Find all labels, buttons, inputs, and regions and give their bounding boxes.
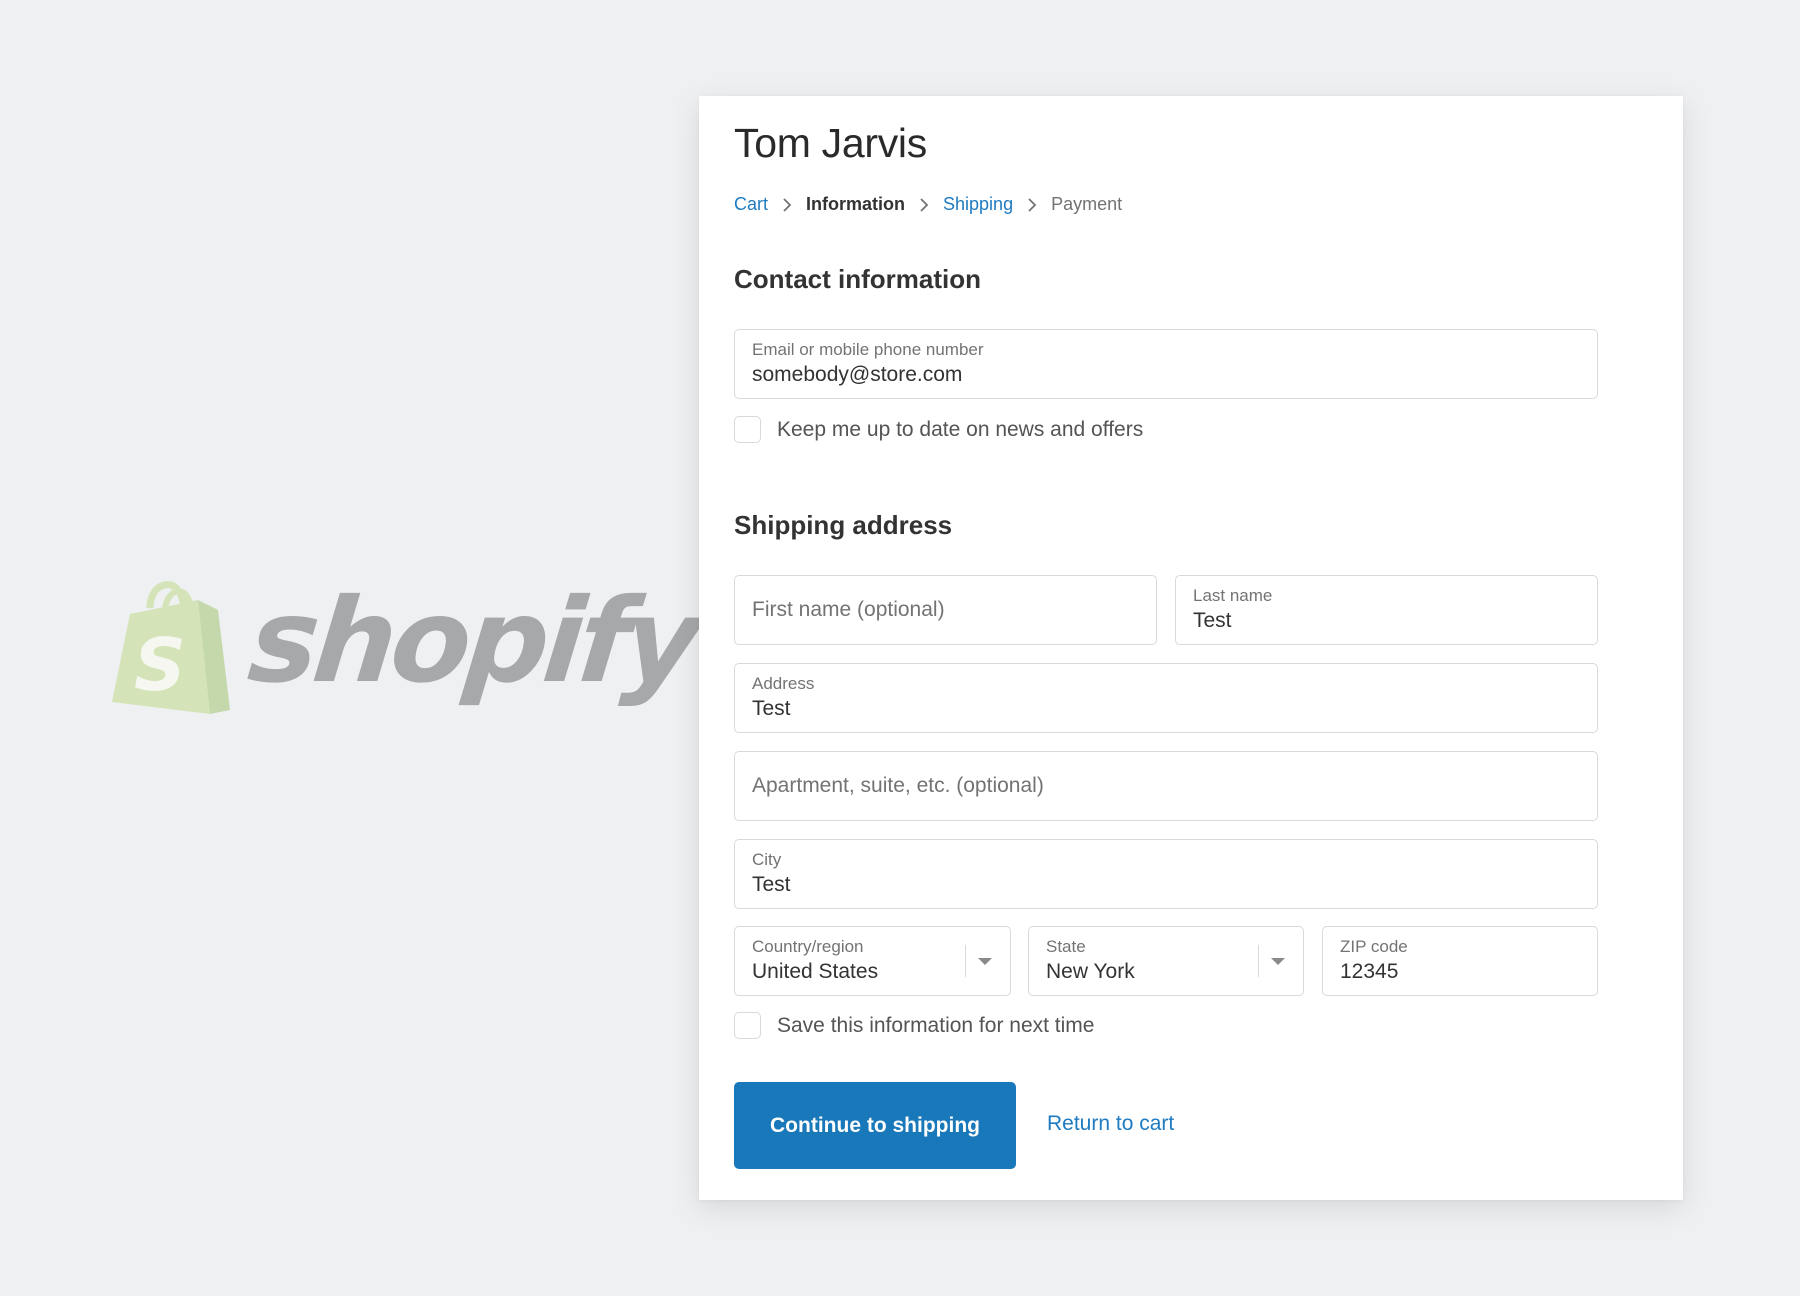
city-label: City	[752, 850, 782, 869]
newsletter-label: Keep me up to date on news and offers	[777, 417, 1144, 441]
country-select[interactable]: Country/region United States	[734, 926, 1011, 996]
save-info-checkbox[interactable]	[734, 1012, 761, 1039]
country-value: United States	[752, 960, 879, 983]
breadcrumb-cart[interactable]: Cart	[734, 194, 768, 215]
breadcrumb-shipping[interactable]: Shipping	[943, 194, 1013, 215]
state-label: State	[1046, 937, 1086, 956]
zip-label: ZIP code	[1340, 937, 1408, 956]
city-value: Test	[752, 873, 791, 896]
email-value: somebody@store.com	[752, 363, 963, 386]
caret-down-icon	[978, 958, 992, 965]
zip-field[interactable]: ZIP code 12345	[1322, 926, 1598, 996]
return-to-cart-link[interactable]: Return to cart	[1047, 1112, 1174, 1136]
email-field[interactable]: Email or mobile phone number somebody@st…	[734, 329, 1598, 399]
address-label: Address	[752, 674, 815, 693]
continue-to-shipping-button[interactable]: Continue to shipping	[734, 1082, 1016, 1169]
last-name-value: Test	[1193, 609, 1232, 632]
email-label: Email or mobile phone number	[752, 340, 984, 359]
select-divider	[1258, 945, 1259, 977]
chevron-right-icon	[782, 197, 792, 212]
svg-text:S: S	[134, 623, 186, 707]
checkout-card: Tom Jarvis Cart Information Shipping Pay…	[699, 96, 1683, 1200]
state-select[interactable]: State New York	[1028, 926, 1304, 996]
city-field[interactable]: City Test	[734, 839, 1598, 909]
chevron-right-icon	[1027, 197, 1037, 212]
zip-value: 12345	[1340, 960, 1399, 983]
caret-down-icon	[1271, 958, 1285, 965]
shopify-logo: S shopify	[110, 574, 702, 716]
address-value: Test	[752, 697, 791, 720]
chevron-right-icon	[919, 197, 929, 212]
newsletter-checkbox[interactable]	[734, 416, 761, 443]
last-name-field[interactable]: Last name Test	[1175, 575, 1598, 645]
apartment-placeholder: Apartment, suite, etc. (optional)	[752, 774, 1044, 797]
save-info-label: Save this information for next time	[777, 1013, 1095, 1037]
breadcrumb: Cart Information Shipping Payment	[734, 194, 1122, 215]
breadcrumb-payment: Payment	[1051, 194, 1123, 214]
country-label: Country/region	[752, 937, 864, 956]
contact-information-heading: Contact information	[734, 264, 981, 294]
shopify-wordmark: shopify	[242, 574, 703, 709]
newsletter-checkbox-row[interactable]: Keep me up to date on news and offers	[734, 416, 1143, 443]
save-info-checkbox-row[interactable]: Save this information for next time	[734, 1012, 1094, 1039]
page: S shopify Tom Jarvis Cart Information Sh…	[0, 0, 1800, 1296]
shipping-address-heading: Shipping address	[734, 510, 953, 540]
first-name-placeholder: First name (optional)	[752, 598, 945, 621]
apartment-field[interactable]: Apartment, suite, etc. (optional)	[734, 751, 1598, 821]
first-name-field[interactable]: First name (optional)	[734, 575, 1157, 645]
breadcrumb-information: Information	[806, 194, 906, 214]
store-name: Tom Jarvis	[734, 120, 927, 166]
select-divider	[965, 945, 966, 977]
shopping-bag-icon: S	[112, 581, 230, 714]
state-value: New York	[1046, 960, 1135, 983]
address-field[interactable]: Address Test	[734, 663, 1598, 733]
last-name-label: Last name	[1193, 586, 1273, 605]
